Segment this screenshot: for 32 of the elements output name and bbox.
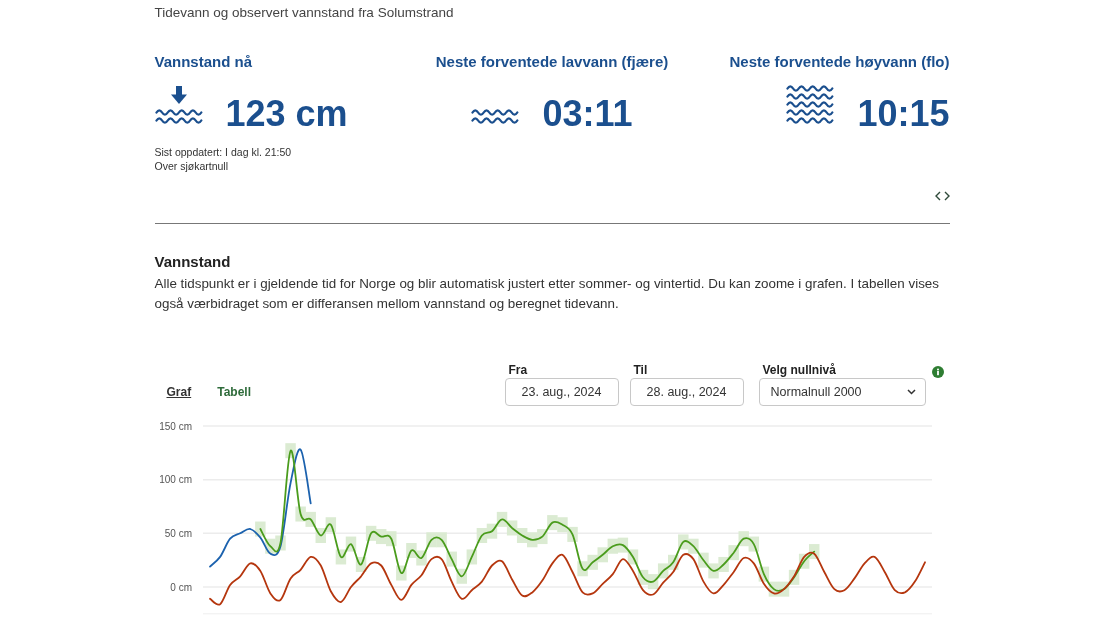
stat-heading: Neste forventede lavvann (fjære) (435, 52, 669, 72)
previous-button[interactable] (934, 191, 941, 201)
field-label: Til (632, 362, 648, 378)
date-field[interactable]: 23. aug., 2024 (504, 378, 619, 406)
note-text: Sist oppdatert: I dag kl. 21:50 (154, 145, 292, 159)
stat-heading: Vannstand nå (154, 52, 253, 72)
stat-heading: Neste forventede høyvann (flo) (729, 52, 950, 72)
axis-label: 0 cm (169, 581, 192, 593)
select-field[interactable]: Normalnull 2000 (758, 378, 926, 406)
axis-label: 100 cm (158, 474, 192, 486)
view-tab[interactable]: Graf (166, 384, 192, 400)
section-title: Vannstand (154, 252, 231, 272)
chevron-left-icon (934, 191, 941, 201)
waves-icon (786, 85, 835, 124)
stat-value: 10:15 (857, 96, 950, 132)
view-tab[interactable]: Tabell (217, 384, 251, 400)
note-text: Over sjøkartnull (154, 159, 228, 173)
field-label: Velg nullnivå (761, 362, 836, 378)
waves-icon (471, 109, 520, 124)
axis-label: 50 cm (164, 527, 192, 539)
page-subtitle: Tidevann og observert vannstand fra Solumstrand (154, 5, 454, 21)
stat-value: 03:11 (542, 96, 633, 132)
chevron-right-icon (943, 191, 950, 201)
next-button[interactable] (943, 191, 950, 201)
section-description: Alle tidspunkt er i gjeldende tid for Norge og blir automatisk justert etter sommer- og vintertid. Du kan zoome i grafen. I tabellen vises også værbidraget som er differansen mellom vannstand og beregnet tidevann. (154, 275, 940, 313)
caret-icon (906, 389, 916, 395)
field-label: Fra (507, 362, 528, 378)
arrow-waves-icon (154, 86, 203, 124)
info-icon[interactable] (931, 366, 944, 378)
axis-label: 150 cm (158, 420, 192, 432)
stat-value: 123 cm (225, 96, 348, 132)
date-field[interactable]: 28. aug., 2024 (629, 378, 744, 406)
